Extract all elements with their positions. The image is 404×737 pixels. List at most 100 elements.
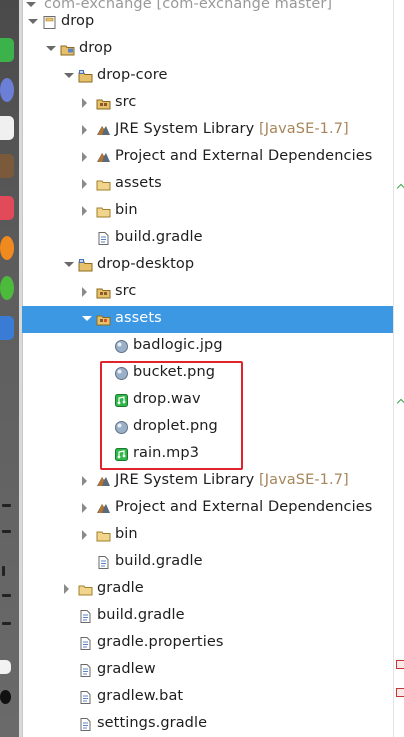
tree-row[interactable]: JRE System Library [JavaSE-1.7] [22,468,393,495]
source-folder-icon [96,96,111,111]
expand-arrow-icon[interactable] [82,503,87,513]
tree-item-label: src [115,94,137,110]
file-icon [96,555,111,570]
tree-row[interactable]: JRE System Library [JavaSE-1.7] [22,117,393,144]
expand-arrow-icon[interactable] [82,206,87,216]
dock-app-icon[interactable] [0,196,14,220]
tree-row[interactable]: gradle [22,576,393,603]
tree-item-label: JRE System Library [115,121,255,137]
file-icon [78,663,93,678]
error-marker-icon [396,688,404,697]
change-marker-icon [396,183,404,193]
collapse-arrow-icon[interactable] [82,316,92,321]
dock-app-icon[interactable] [0,116,14,140]
tree-item-label: drop-desktop [97,256,195,272]
expand-arrow-icon[interactable] [82,98,87,108]
dock-tool-icon[interactable] [2,594,11,597]
tree-row[interactable]: gradlew.bat [22,684,393,711]
collapse-arrow-icon[interactable] [28,19,38,24]
tree-item-label: settings.gradle [97,715,208,731]
dock-tool-icon[interactable] [2,622,11,625]
tree-item-label: gradle.properties [97,634,224,650]
tree-item-label: build.gradle [115,553,203,569]
dock-app-icon[interactable] [0,660,11,674]
java-project-icon [78,258,93,273]
folder-icon [96,528,111,543]
file-icon [96,231,111,246]
file-icon [78,636,93,651]
tree-row[interactable]: gradle.properties [22,630,393,657]
tree-row[interactable]: bin [22,198,393,225]
dock-tool-icon[interactable] [2,530,11,533]
folder-icon [96,177,111,192]
collapse-arrow-icon[interactable] [46,46,56,51]
tree-row[interactable]: src [22,90,393,117]
folder-icon [96,204,111,219]
tree-item-label: drop [79,40,113,56]
source-folder-icon [96,285,111,300]
expand-arrow-icon[interactable] [82,179,87,189]
tree-item-label: drop [61,13,95,29]
tree-item-label: assets [115,310,162,326]
tree-item-label: badlogic.jpg [133,337,223,353]
expand-arrow-icon[interactable] [82,476,87,486]
tree-item-label: JRE System Library [115,472,255,488]
tree-item-label: drop-core [97,67,168,83]
collapse-arrow-icon[interactable] [64,262,74,267]
tree-row[interactable]: Project and External Dependencies [22,495,393,522]
tree-row[interactable]: drop-desktop [22,252,393,279]
tree-row[interactable]: bin [22,522,393,549]
dock-app-icon[interactable] [0,690,11,704]
dock-tool-icon[interactable] [2,566,5,576]
library-icon [96,474,111,489]
tree-row[interactable]: build.gradle [22,549,393,576]
tree-row[interactable]: drop [22,36,393,63]
tree-row[interactable]: Project and External Dependencies [22,144,393,171]
dock-app-icon[interactable] [0,236,14,260]
expand-arrow-icon[interactable] [82,152,87,162]
library-icon [96,150,111,165]
tree-row[interactable]: build.gradle [22,225,393,252]
error-marker-icon [396,660,404,669]
tree-item-label: gradlew [97,661,156,677]
tree-item-label: Project and External Dependencies [115,499,373,515]
expand-arrow-icon[interactable] [26,2,36,7]
tree-row[interactable]: badlogic.jpg [22,333,393,360]
dock-app-icon[interactable] [0,154,14,178]
overview-ruler [393,0,404,737]
package-folder-icon [60,42,75,57]
tree-row[interactable]: src [22,279,393,306]
tree-row[interactable]: assets [22,171,393,198]
highlight-annotation-box [100,361,243,470]
expand-arrow-icon[interactable] [82,530,87,540]
file-icon [78,609,93,624]
expand-arrow-icon[interactable] [82,287,87,297]
dock-app-icon[interactable] [0,276,14,300]
project-folder-icon [42,15,57,30]
change-marker-icon [396,398,404,408]
tree-row[interactable]: drop [22,9,393,36]
folder-icon [78,582,93,597]
expand-arrow-icon[interactable] [64,584,69,594]
collapse-arrow-icon[interactable] [64,73,74,78]
tree-item-label: gradle [97,580,144,596]
tree-row[interactable]: drop-core [22,63,393,90]
tree-item-label: Project and External Dependencies [115,148,373,164]
expand-arrow-icon[interactable] [82,125,87,135]
dock-app-icon[interactable] [0,316,14,340]
tree-row[interactable]: assets [22,306,393,333]
image-file-icon [114,339,129,354]
project-explorer-tree: com-exchange [com-exchange master] drop d… [22,0,393,737]
dock-app-icon[interactable] [0,38,14,62]
tree-item-decoration: [JavaSE-1.7] [259,472,349,488]
tree-item-decoration: [JavaSE-1.7] [259,121,349,137]
tree-item-label: assets [115,175,162,191]
dock-tool-icon[interactable] [2,504,11,507]
tree-item-label: build.gradle [97,607,185,623]
tree-item-label: gradlew.bat [97,688,184,704]
tree-item-label: bin [115,526,138,542]
tree-row[interactable]: settings.gradle [22,711,393,737]
dock-app-icon[interactable] [0,78,14,102]
tree-row[interactable]: build.gradle [22,603,393,630]
tree-row[interactable]: gradlew [22,657,393,684]
